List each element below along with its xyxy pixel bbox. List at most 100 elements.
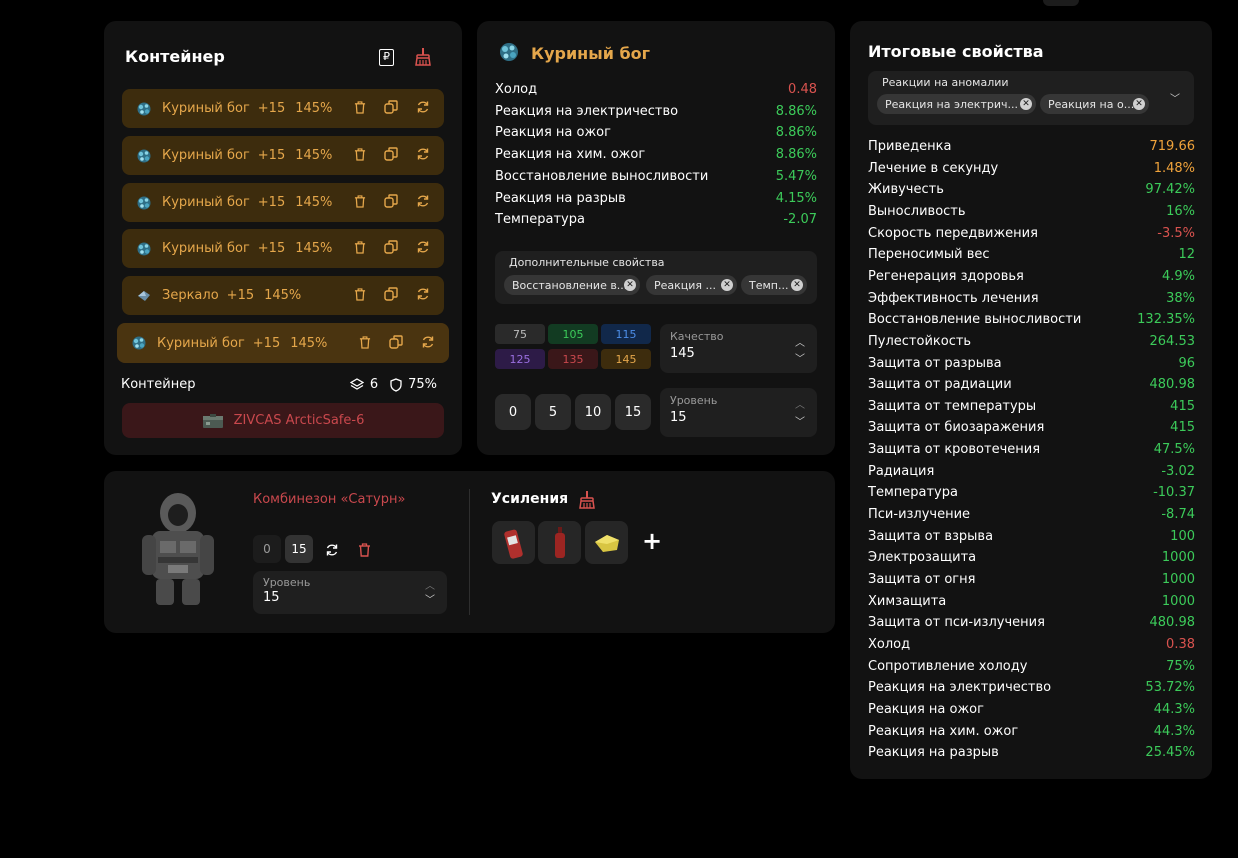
chevron-down-icon[interactable]: ﹀	[795, 350, 805, 365]
total-row: Реакция на ожог 44.3%	[868, 702, 1195, 717]
anomaly-filter-select[interactable]: Реакции на аномалии Реакция на электрич.…	[868, 71, 1194, 125]
item-name: Зеркало	[162, 288, 219, 303]
chip-remove-icon[interactable]: ✕	[1133, 98, 1145, 110]
add-boost-button[interactable]: +	[642, 527, 662, 555]
refresh-icon[interactable]	[416, 99, 430, 118]
armor-level-0[interactable]: 0	[253, 535, 281, 563]
total-name: Живучесть	[868, 182, 944, 198]
quality-cell[interactable]: 115	[601, 324, 651, 344]
level-select[interactable]: Уровень 15 ︿ ﹀	[660, 388, 817, 437]
chip-remove-icon[interactable]: ✕	[791, 279, 803, 291]
refresh-icon[interactable]	[416, 193, 430, 212]
trash-icon[interactable]	[359, 334, 371, 353]
total-name: Пси-излучение	[868, 507, 971, 523]
total-name: Скорость передвижения	[868, 225, 1038, 241]
copy-icon[interactable]	[384, 99, 398, 118]
quality-cell[interactable]: 145	[601, 349, 651, 369]
trash-icon[interactable]	[354, 99, 366, 118]
armor-image	[138, 491, 218, 613]
chevron-up-icon[interactable]: ︿	[795, 334, 805, 349]
trash-icon[interactable]	[358, 542, 371, 561]
copy-icon[interactable]	[384, 239, 398, 258]
ruble-icon[interactable]: ₽	[379, 49, 394, 66]
boost-slot-sponge[interactable]	[585, 521, 628, 564]
quality-cell[interactable]: 125	[495, 349, 545, 369]
extra-chip[interactable]: Восстановление в... ✕	[504, 275, 640, 295]
prop-name: Температура	[495, 212, 585, 228]
chevron-down-icon[interactable]: ﹀	[1170, 90, 1180, 105]
copy-icon[interactable]	[384, 146, 398, 165]
level-button-5[interactable]: 5	[535, 394, 571, 430]
container-item[interactable]: Куриный бог +15 145%	[117, 323, 449, 363]
prop-value: 4.15%	[775, 190, 817, 206]
chip-remove-icon[interactable]: ✕	[1020, 98, 1032, 110]
top-tab-stub	[1043, 0, 1079, 6]
level-button-15[interactable]: 15	[615, 394, 651, 430]
total-name: Защита от кровотечения	[868, 442, 1041, 458]
armor-level-15[interactable]: 15	[285, 535, 313, 563]
container-item[interactable]: Куриный бог +15 145%	[122, 183, 444, 222]
quality-select[interactable]: Качество 145 ︿ ﹀	[660, 324, 817, 373]
prop-value: 8.86%	[775, 147, 817, 163]
trash-icon[interactable]	[354, 146, 366, 165]
chevron-down-icon[interactable]: ﹀	[425, 591, 435, 606]
level-button-0[interactable]: 0	[495, 394, 531, 430]
case-select-button[interactable]: ZIVCAS ArcticSafe-6	[122, 403, 444, 438]
total-row: Переносимый вес 12	[868, 247, 1195, 262]
boost-slot-canister[interactable]	[492, 521, 535, 564]
boost-slot-bottle[interactable]	[538, 521, 581, 564]
copy-icon[interactable]	[389, 334, 403, 353]
chevron-down-icon[interactable]: ﹀	[795, 413, 805, 428]
total-row: Живучесть 97.42%	[868, 182, 1195, 197]
copy-icon[interactable]	[384, 193, 398, 212]
item-name: Куриный бог	[162, 101, 250, 116]
chevron-up-icon[interactable]: ︿	[425, 577, 435, 592]
filter-chip[interactable]: Реакция на электрич... ✕	[877, 94, 1036, 114]
refresh-icon[interactable]	[421, 334, 435, 353]
container-item[interactable]: Куриный бог +15 145%	[122, 89, 444, 128]
refresh-icon[interactable]	[416, 146, 430, 165]
trash-icon[interactable]	[354, 193, 366, 212]
quality-cell[interactable]: 105	[548, 324, 598, 344]
chip-remove-icon[interactable]: ✕	[721, 279, 733, 291]
extra-chip[interactable]: Реакция ... ✕	[646, 275, 737, 295]
broom-icon[interactable]	[415, 48, 431, 70]
trash-icon[interactable]	[354, 239, 366, 258]
total-value: -3.02	[1161, 463, 1195, 479]
refresh-icon[interactable]	[325, 542, 339, 561]
total-name: Защита от пси-излучения	[868, 615, 1045, 631]
quality-cell[interactable]: 135	[548, 349, 598, 369]
total-value: 100	[1170, 528, 1195, 544]
chicken-god-icon	[136, 195, 152, 211]
trash-icon[interactable]	[354, 286, 366, 305]
armor-level-select[interactable]: Уровень 15 ︿ ﹀	[253, 571, 447, 614]
container-item[interactable]: Зеркало +15 145%	[122, 276, 444, 315]
item-level: +15	[257, 195, 286, 210]
filter-chip[interactable]: Реакция на о... ✕	[1040, 94, 1149, 114]
chicken-god-icon	[136, 148, 152, 164]
prop-value: 8.86%	[775, 125, 817, 141]
total-value: 47.5%	[1153, 442, 1195, 458]
broom-icon[interactable]	[579, 491, 595, 513]
level-button-10[interactable]: 10	[575, 394, 611, 430]
total-value: 132.35%	[1137, 312, 1195, 328]
total-name: Реакция на хим. ожог	[868, 723, 1019, 739]
extra-props-select[interactable]: Дополнительные свойства Восстановление в…	[495, 251, 817, 304]
chevron-up-icon[interactable]: ︿	[795, 396, 805, 411]
quality-cell[interactable]: 75	[495, 324, 545, 344]
refresh-icon[interactable]	[416, 286, 430, 305]
item-name: Куриный бог	[162, 241, 250, 256]
chip-remove-icon[interactable]: ✕	[624, 279, 636, 291]
extra-chip[interactable]: Темп... ✕	[741, 275, 807, 295]
armor-name[interactable]: Комбинезон «Сатурн»	[253, 492, 405, 507]
copy-icon[interactable]	[384, 286, 398, 305]
container-item[interactable]: Куриный бог +15 145%	[122, 136, 444, 175]
total-row: Реакция на хим. ожог 44.3%	[868, 724, 1195, 739]
item-percent: 145%	[295, 101, 333, 116]
total-value: -10.37	[1153, 485, 1195, 501]
artifact-prop-row: Холод 0.48	[495, 82, 817, 97]
case-icon	[202, 413, 223, 428]
total-row: Защита от биозаражения 415	[868, 420, 1195, 435]
container-item[interactable]: Куриный бог +15 145%	[122, 229, 444, 268]
refresh-icon[interactable]	[416, 239, 430, 258]
